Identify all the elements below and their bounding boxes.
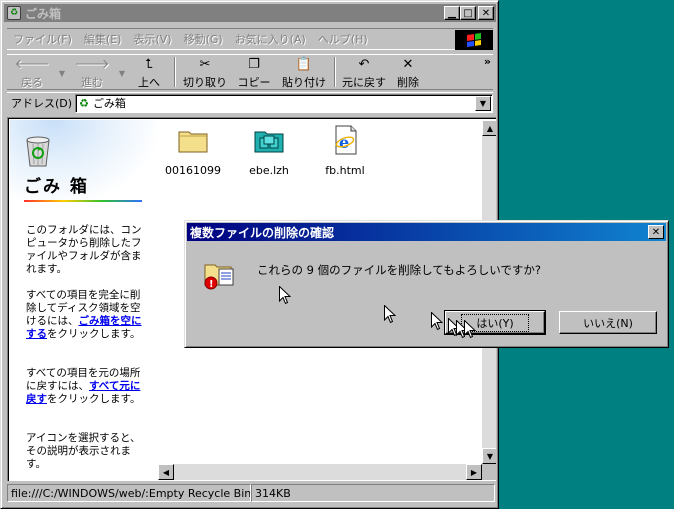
menu-view[interactable]: 表示(V) (127, 31, 177, 47)
list-item[interactable]: e fb.html (310, 124, 380, 177)
scroll-down-button[interactable]: ▼ (482, 448, 496, 464)
panel-banner: ごみ 箱 (10, 120, 156, 202)
mouse-pointer-icon (279, 286, 291, 305)
no-button[interactable]: いいえ(N) (559, 311, 657, 334)
window-title: ごみ箱 (25, 6, 62, 21)
menu-edit[interactable]: 編集(E) (78, 31, 128, 47)
scroll-right-button[interactable]: ▶ (466, 464, 482, 480)
toolbar-chevron-icon[interactable]: » (484, 55, 491, 68)
dialog-message: これらの 9 個のファイルを削除してもよろしいですか? (257, 263, 541, 277)
menu-favorites[interactable]: お気に入り(A) (229, 31, 312, 47)
panel-description: このフォルダには、コンピュータから削除したファイルやフォルダが含まれます。 (26, 224, 142, 275)
toolbar-separator (174, 57, 176, 87)
clipboard-icon: 📋 (295, 57, 313, 72)
recycle-bin-icon: ♻ (7, 6, 21, 20)
status-bar: file:///C:/WINDOWS/web/:Empty Recycle Bi… (7, 484, 495, 502)
panel-divider (24, 200, 142, 202)
address-bar: アドレス(D) ♻ ごみ箱 ▼ (7, 92, 493, 113)
svg-text:e: e (339, 133, 349, 152)
list-item[interactable]: ebe.lzh (234, 124, 304, 177)
ie-document-icon: e (335, 125, 357, 155)
recycle-bin-large-icon (26, 136, 50, 167)
forward-arrow-icon: 🡒 (74, 57, 110, 72)
window-titlebar[interactable]: ♻ ごみ箱 ▁ □ ✕ (4, 4, 496, 22)
delete-files-warning-icon: ! (204, 264, 234, 290)
panel-restore-instructions: すべての項目を元の場所に戻すには、すべて元に戻すをクリックします。 (26, 367, 141, 405)
delete-x-icon: ✕ (402, 57, 414, 72)
cut-button[interactable]: ✂ 切り取り (179, 55, 231, 89)
recycle-bin-small-icon: ♻ (79, 96, 89, 110)
scroll-left-button[interactable]: ◀ (158, 464, 174, 480)
confirm-delete-dialog: 複数ファイルの削除の確認 ✕ ! これらの 9 個のファイルを削除してもよろしい… (184, 220, 669, 348)
maximize-button[interactable]: □ (460, 6, 476, 20)
status-path: file:///C:/WINDOWS/web/:Empty Recycle Bi… (7, 484, 251, 502)
horizontal-scrollbar[interactable]: ◀ ▶ (158, 464, 482, 480)
menu-help[interactable]: ヘルプ(H) (312, 31, 374, 47)
standard-toolbar: 🡐 戻る ▼ 🡒 進む ▼ ⮤ 上へ ✂ 切り取り ❐ コピー 📋 貼り付け ↶ (7, 54, 493, 90)
up-folder-icon: ⮤ (145, 57, 153, 72)
panel-empty-instructions: すべての項目を完全に削除してディスク領域を空けるには、ごみ箱を空にするをクリック… (26, 289, 142, 340)
back-arrow-icon: 🡐 (14, 57, 50, 72)
mouse-pointer-icon (384, 305, 396, 324)
menu-go[interactable]: 移動(G) (178, 31, 229, 47)
folder-icon (178, 131, 208, 153)
address-input[interactable]: ♻ ごみ箱 ▼ (75, 93, 493, 113)
scroll-up-button[interactable]: ▲ (482, 120, 496, 136)
address-value: ごみ箱 (92, 97, 126, 110)
status-size: 314KB (251, 484, 495, 502)
toolbar-separator (334, 57, 336, 87)
back-dropdown-icon[interactable]: ▼ (57, 69, 67, 78)
address-label: アドレス(D) (11, 97, 73, 110)
list-item[interactable]: 00161099 (158, 124, 228, 177)
address-dropdown-button[interactable]: ▼ (475, 95, 491, 111)
forward-dropdown-icon[interactable]: ▼ (117, 69, 127, 78)
dialog-close-button[interactable]: ✕ (648, 225, 664, 239)
windows-logo-icon (455, 30, 493, 50)
undo-button[interactable]: ↶ 元に戻す (339, 55, 389, 89)
dialog-title: 複数ファイルの削除の確認 (190, 225, 335, 240)
menu-bar: ファイル(F) 編集(E) 表示(V) 移動(G) お気に入り(A) ヘルプ(H… (7, 28, 493, 50)
svg-text:!: ! (209, 279, 214, 290)
up-button[interactable]: ⮤ 上へ (127, 55, 171, 89)
mouse-pointer-icon (464, 320, 476, 339)
copy-button[interactable]: ❐ コピー (231, 55, 277, 89)
menu-file[interactable]: ファイル(F) (7, 31, 78, 47)
dialog-titlebar[interactable]: 複数ファイルの削除の確認 ✕ (187, 223, 666, 241)
copy-icon: ❐ (248, 57, 260, 72)
undo-icon: ↶ (358, 57, 370, 72)
mouse-pointer-icon (431, 312, 443, 331)
panel-hint: アイコンを選択すると、その説明が表示されます。 (26, 432, 141, 470)
web-view-panel: ごみ 箱 このフォルダには、コンピュータから削除したファイルやフォルダが含まれま… (10, 120, 156, 480)
scissors-icon: ✂ (199, 57, 211, 72)
archive-icon (254, 131, 284, 153)
scrollbar-corner (482, 464, 496, 480)
panel-heading: ごみ 箱 (24, 177, 89, 197)
minimize-button[interactable]: ▁ (444, 6, 460, 20)
close-button[interactable]: ✕ (478, 6, 494, 20)
paste-button[interactable]: 📋 貼り付け (277, 55, 331, 89)
back-button[interactable]: 🡐 戻る (7, 55, 57, 89)
forward-button[interactable]: 🡒 進む (67, 55, 117, 89)
delete-button[interactable]: ✕ 削除 (389, 55, 427, 89)
